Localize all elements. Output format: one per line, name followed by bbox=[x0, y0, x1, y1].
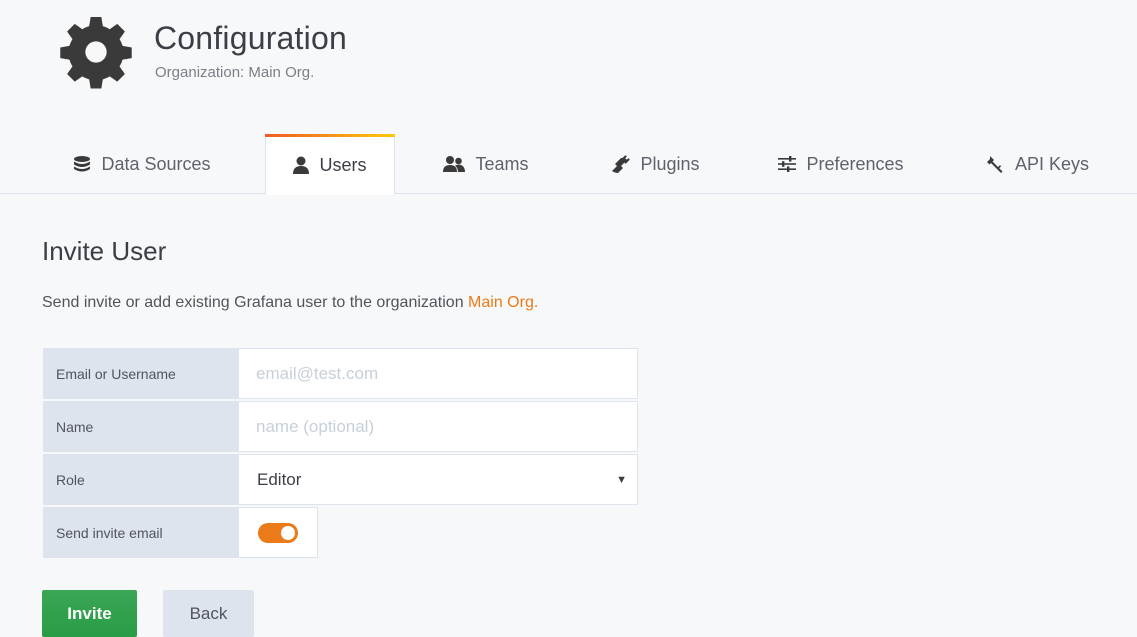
invite-section: Invite User Send invite or add existing … bbox=[42, 236, 538, 312]
tab-label: Users bbox=[319, 154, 367, 175]
database-icon bbox=[74, 156, 91, 172]
tab-label: Plugins bbox=[640, 153, 700, 174]
back-button[interactable]: Back bbox=[163, 590, 254, 637]
plug-icon bbox=[612, 155, 631, 173]
send-email-toggle[interactable] bbox=[258, 522, 298, 543]
invite-form: Email or Username Name Role Editor ▼ Sen… bbox=[43, 348, 638, 560]
org-name-link[interactable]: Main Org. bbox=[468, 294, 538, 311]
tab-users[interactable]: Users bbox=[265, 134, 395, 195]
page-header: Configuration Organization: Main Org. Da… bbox=[0, 0, 1137, 195]
form-row-send-email: Send invite email bbox=[43, 507, 638, 558]
form-row-name: Name bbox=[43, 401, 638, 452]
gear-icon bbox=[60, 17, 132, 89]
tab-api-keys[interactable]: API Keys bbox=[966, 134, 1110, 194]
page-title: Configuration bbox=[154, 20, 347, 56]
section-title: Invite User bbox=[42, 236, 167, 266]
description-text: Send invite or add existing Grafana user… bbox=[42, 294, 469, 311]
tab-label: Teams bbox=[475, 153, 529, 174]
form-buttons: Invite Back bbox=[42, 590, 254, 637]
caret-down-icon: ▼ bbox=[616, 473, 627, 486]
tab-label: API Keys bbox=[1014, 153, 1090, 174]
toggle-knob bbox=[281, 525, 295, 540]
tab-label: Preferences bbox=[806, 153, 904, 174]
name-field[interactable] bbox=[239, 401, 638, 452]
tab-plugins[interactable]: Plugins bbox=[580, 134, 730, 194]
sliders-icon bbox=[778, 156, 797, 172]
tab-data-sources[interactable]: Data Sources bbox=[40, 134, 244, 194]
send-email-switch-cell bbox=[239, 507, 318, 558]
role-select[interactable]: Editor ▼ bbox=[239, 454, 638, 505]
invite-button[interactable]: Invite bbox=[42, 590, 137, 637]
tab-bar: Data Sources Users Teams Plugins Prefere… bbox=[0, 134, 1137, 195]
invite-description: Send invite or add existing Grafana user… bbox=[42, 294, 538, 312]
tab-preferences[interactable]: Preferences bbox=[754, 134, 928, 194]
name-label: Name bbox=[43, 401, 239, 452]
role-label: Role bbox=[43, 454, 239, 505]
tab-teams[interactable]: Teams bbox=[418, 134, 554, 194]
role-selected-value: Editor bbox=[257, 469, 302, 489]
form-row-role: Role Editor ▼ bbox=[43, 454, 638, 505]
email-field[interactable] bbox=[239, 348, 638, 399]
email-label: Email or Username bbox=[43, 348, 239, 399]
send-email-label: Send invite email bbox=[43, 507, 239, 558]
form-row-email: Email or Username bbox=[43, 348, 638, 399]
user-icon bbox=[293, 156, 310, 174]
tab-label: Data Sources bbox=[101, 153, 211, 174]
key-icon bbox=[986, 156, 1003, 173]
users-icon bbox=[443, 156, 466, 172]
page-subtitle: Organization: Main Org. bbox=[155, 64, 315, 81]
